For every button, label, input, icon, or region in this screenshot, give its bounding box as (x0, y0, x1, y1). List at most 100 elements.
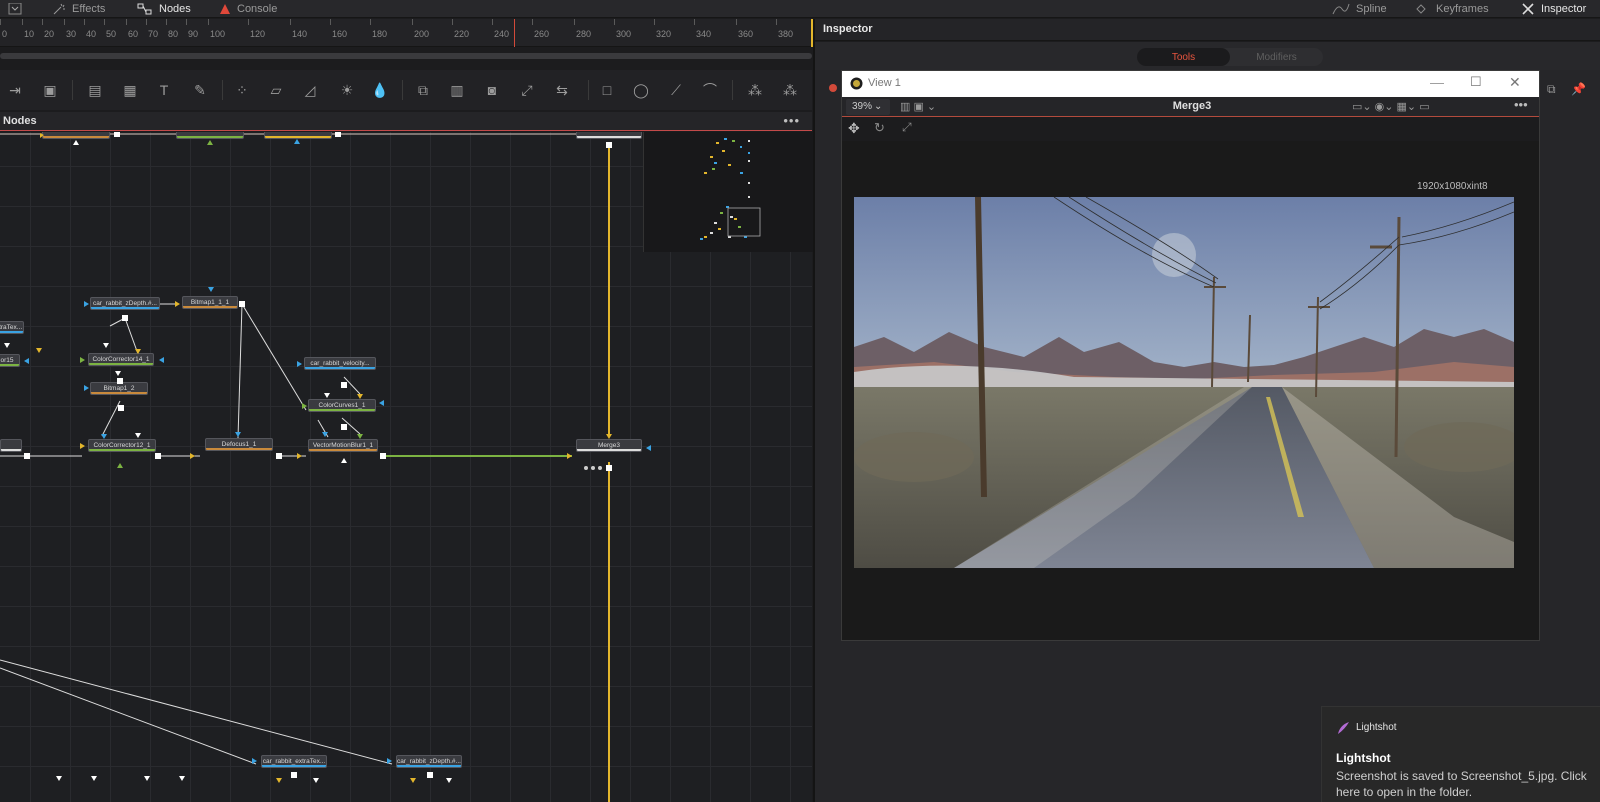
pin-icon[interactable]: 📌 (1571, 82, 1586, 96)
viewer-menu-icon[interactable]: ••• (1514, 97, 1528, 112)
ruler-tick-mark (412, 19, 413, 25)
resolution-label: 1920x1080xint8 (1417, 181, 1488, 192)
panel-menu-button[interactable] (8, 0, 22, 18)
inspector-button[interactable]: Inspector (1521, 0, 1586, 18)
tab-tools[interactable]: Tools (1137, 48, 1230, 66)
close-icon[interactable]: ✕ (1509, 74, 1521, 91)
planar-tracker-icon[interactable]: ⁂ (780, 80, 800, 100)
viewer-subtoolbar: ✥ ↻ ⤢ (842, 117, 1539, 141)
ruler-tick-label: 340 (696, 29, 712, 39)
viewer-options-icons[interactable]: ▭⌄ ◉⌄ ▦⌄ ▭ (1352, 100, 1430, 113)
ruler-tick-mark (126, 19, 127, 25)
ruler-tick-label: 300 (616, 29, 632, 39)
bspline-mask-icon[interactable]: ⌒ (700, 80, 720, 100)
nodes-panel-header: Nodes ••• (0, 112, 812, 131)
ruler-tick-label: 320 (656, 29, 672, 39)
color-curves-icon[interactable]: ◿ (300, 80, 320, 100)
nodes-panel-title: Nodes (3, 115, 37, 127)
ellipse-mask-icon[interactable]: ◯ (631, 80, 651, 100)
timeline-scrollbar[interactable] (0, 53, 812, 59)
text-icon[interactable]: T (154, 80, 174, 100)
ruler-tick-mark (84, 19, 85, 25)
ruler-tick-mark (694, 19, 695, 25)
ruler-tick-label: 0 (2, 29, 8, 39)
ruler-tick-label: 220 (454, 29, 470, 39)
inspector-header: Inspector (815, 19, 1600, 41)
resize-icon[interactable]: ⇆ (552, 80, 572, 100)
maximize-icon[interactable]: ☐ (1470, 74, 1482, 90)
nodes-label: Nodes (159, 3, 191, 15)
ruler-tick-mark (532, 19, 533, 25)
ruler-tick-label: 80 (168, 29, 179, 39)
node-minimap[interactable] (643, 132, 813, 252)
fastnoise-icon[interactable]: ▦ (120, 80, 140, 100)
ruler-tick-mark (330, 19, 331, 25)
ruler-tick-label: 90 (188, 29, 199, 39)
loader-icon[interactable]: ⇥ (5, 80, 25, 100)
media-in-icon[interactable]: ▣ (40, 80, 60, 100)
rectangle-mask-icon[interactable]: □ (597, 80, 617, 100)
blur-icon[interactable]: ▱ (266, 80, 286, 100)
effects-button[interactable]: Effects (52, 0, 105, 18)
brightness-icon[interactable]: ☀ (337, 80, 357, 100)
polygon-mask-icon[interactable]: ⟋ (666, 80, 686, 100)
viewer-toolbar: 39% ⌄ ▥ ▣ ⌄ Merge3 ▭⌄ ◉⌄ ▦⌄ ▭ ••• (842, 97, 1539, 117)
ruler-tick-label: 10 (24, 29, 35, 39)
keyframes-button[interactable]: Keyframes (1412, 0, 1489, 18)
paint-icon[interactable]: ✎ (190, 80, 210, 100)
transform-icon[interactable]: ⤢ (517, 80, 537, 100)
nodes-options-menu[interactable]: ••• (783, 113, 800, 128)
spline-label: Spline (1356, 3, 1387, 15)
tool-active-dot (829, 84, 837, 92)
floating-viewer-window[interactable]: View 1 — ☐ ✕ 39% ⌄ ▥ ▣ ⌄ Merge3 ▭⌄ ◉⌄ ▦⌄ … (841, 70, 1540, 641)
effects-label: Effects (72, 3, 106, 15)
ruler-tick-label: 160 (332, 29, 348, 39)
ruler-tick-mark (370, 19, 371, 25)
ruler-tick-label: 100 (210, 29, 226, 39)
playhead[interactable] (514, 19, 515, 47)
timeline-ruler[interactable]: 0 10 20 30 40 50 60 70 80 90 100 120 140 160 180 200 220… (0, 19, 813, 47)
matte-control-icon[interactable]: ◙ (482, 80, 502, 100)
nodes-button[interactable]: Nodes (137, 0, 191, 18)
pan-icon[interactable]: ✥ (848, 120, 860, 137)
ruler-tick-mark (64, 19, 65, 25)
viewer-node-name: Merge3 (1172, 100, 1212, 112)
merge-icon[interactable]: ⧉ (413, 80, 433, 100)
rotate-icon[interactable]: ↻ (874, 120, 885, 136)
ruler-tick-label: 200 (414, 29, 430, 39)
zoom-dropdown[interactable]: 39% ⌄ (846, 99, 890, 115)
background-icon[interactable]: ▤ (85, 80, 105, 100)
zoom-value: 39% (852, 101, 873, 112)
console-button[interactable]: Console (219, 0, 277, 18)
ruler-tick-label: 50 (106, 29, 117, 39)
lightshot-feather-icon (1338, 722, 1349, 734)
view-layout-icon[interactable]: ▥ ▣ ⌄ (900, 100, 936, 113)
ruler-tick-mark (208, 19, 209, 25)
lightshot-notification[interactable]: Lightshot Lightshot Screenshot is saved … (1321, 706, 1600, 802)
ruler-tick-label: 20 (44, 29, 55, 39)
viewer-image[interactable] (854, 197, 1514, 568)
minimize-icon[interactable]: — (1430, 74, 1444, 90)
tab-modifiers[interactable]: Modifiers (1230, 48, 1323, 66)
viewer-titlebar[interactable]: View 1 — ☐ ✕ (842, 71, 1539, 97)
ruler-tick-mark (614, 19, 615, 25)
inspector-label: Inspector (1541, 3, 1587, 15)
ruler-tick-label: 240 (494, 29, 510, 39)
tracker-icon[interactable]: ⁂ (745, 80, 765, 100)
ruler-tick-label: 30 (66, 29, 77, 39)
ruler-tick-mark (42, 19, 43, 25)
color-corrector-icon[interactable]: 💧 (370, 80, 390, 100)
ruler-tick-label: 280 (576, 29, 592, 39)
effects-icon (53, 3, 65, 15)
tool-strip: ⇥ ▣ ▤ ▦ T ✎ ⁘ ▱ ◿ ☀ 💧 ⧉ ▥ ◙ ⤢ ⇆ □ ◯ ⟋ ⌒ … (0, 70, 812, 110)
warning-icon (220, 4, 230, 14)
spline-button[interactable]: Spline (1332, 0, 1387, 18)
ruler-tick-mark (736, 19, 737, 25)
ruler-tick-mark (776, 19, 777, 25)
inspector-title: Inspector (823, 23, 873, 35)
fit-icon[interactable]: ⤢ (902, 120, 912, 135)
window-icon[interactable]: ⧉ (1547, 82, 1556, 97)
ruler-tick-mark (104, 19, 105, 25)
particles-icon[interactable]: ⁘ (232, 80, 252, 100)
channel-booleans-icon[interactable]: ▥ (447, 80, 467, 100)
